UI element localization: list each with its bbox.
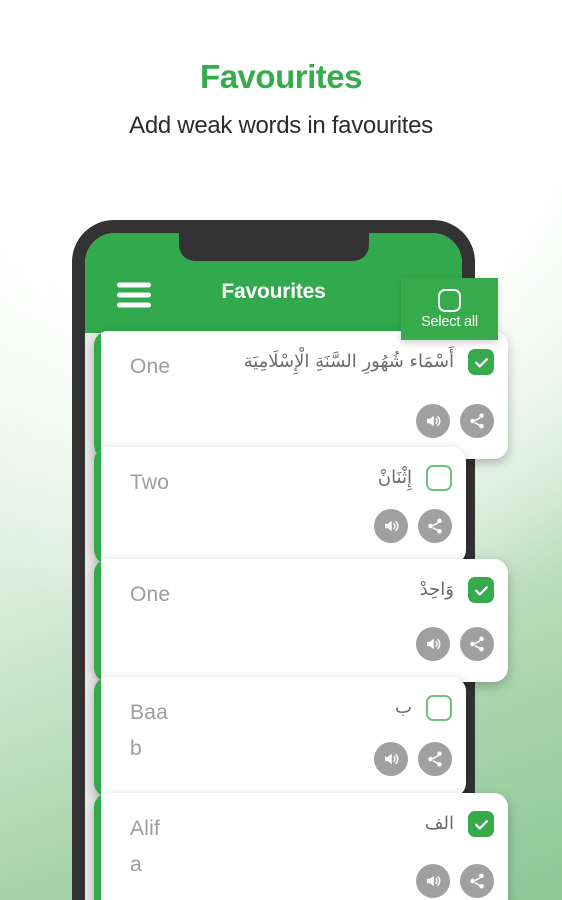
card-arabic-word: أَسْمَاء شُهُورِ السَّنَةِ الْإِسْلَامِي… [243,351,454,372]
card-actions [374,742,452,776]
share-icon[interactable] [460,864,494,898]
select-all-button[interactable]: Select all [401,278,498,340]
card-english-word: One [130,583,171,606]
speaker-icon[interactable] [416,864,450,898]
share-icon[interactable] [418,742,452,776]
speaker-icon[interactable] [416,627,450,661]
share-icon[interactable] [418,509,452,543]
favourites-list[interactable]: One أَسْمَاء شُهُورِ السَّنَةِ الْإِسْلَا… [85,331,508,900]
card-transliteration: b [130,737,142,760]
speaker-icon[interactable] [374,509,408,543]
card-body: One وَاحِدْ [94,559,508,682]
card-arabic-word: ب [395,697,412,718]
promo-subtitle: Add weak words in favourites [129,112,433,139]
phone-mockup: Favourites Select all One أَسْمَاء شُهُور… [72,220,508,900]
phone-notch [178,233,369,261]
select-all-label: Select all [421,313,478,330]
favourite-card[interactable]: Two إِثْنَانْ [94,447,466,564]
card-english-block: Baa b [130,701,168,761]
card-checkbox-icon[interactable] [426,695,452,721]
card-english-word: One [130,355,171,378]
card-checkbox-icon[interactable] [468,349,494,375]
card-body: One أَسْمَاء شُهُورِ السَّنَةِ الْإِسْلَا… [94,331,508,459]
card-english-word: Baa [130,701,168,724]
favourite-card[interactable]: Alif a الف [94,793,508,900]
share-icon[interactable] [460,404,494,438]
card-actions [416,404,494,438]
speaker-icon[interactable] [416,404,450,438]
phone-screen: Favourites Select all One أَسْمَاء شُهُور… [85,233,508,900]
card-checkbox-icon[interactable] [468,577,494,603]
speaker-icon[interactable] [374,742,408,776]
card-arabic-word: الف [424,813,454,834]
card-actions [416,627,494,661]
favourite-card[interactable]: One أَسْمَاء شُهُورِ السَّنَةِ الْإِسْلَا… [94,331,508,459]
card-transliteration: a [130,853,142,876]
share-icon[interactable] [460,627,494,661]
card-body: Alif a الف [94,793,508,900]
card-checkbox-icon[interactable] [426,465,452,491]
favourite-card[interactable]: One وَاحِدْ [94,559,508,682]
card-english-word: Two [130,471,170,494]
favourite-card[interactable]: Baa b ب [94,677,466,797]
select-all-checkbox-icon[interactable] [438,288,461,312]
card-body: Two إِثْنَانْ [94,447,466,564]
card-english-block: Alif a [130,817,160,877]
card-arabic-word: وَاحِدْ [419,579,454,600]
card-english-block: Two [130,471,169,495]
card-checkbox-icon[interactable] [468,811,494,837]
promo-header: Favourites Add weak words in favourites [0,0,562,140]
card-english-word: Alif [130,817,160,840]
card-body: Baa b ب [94,677,466,797]
card-actions [416,864,494,898]
promo-title: Favourites [200,58,362,95]
card-english-block: One [130,583,170,607]
card-actions [374,509,452,543]
card-english-block: One [130,355,170,379]
card-arabic-word: إِثْنَانْ [377,467,412,488]
